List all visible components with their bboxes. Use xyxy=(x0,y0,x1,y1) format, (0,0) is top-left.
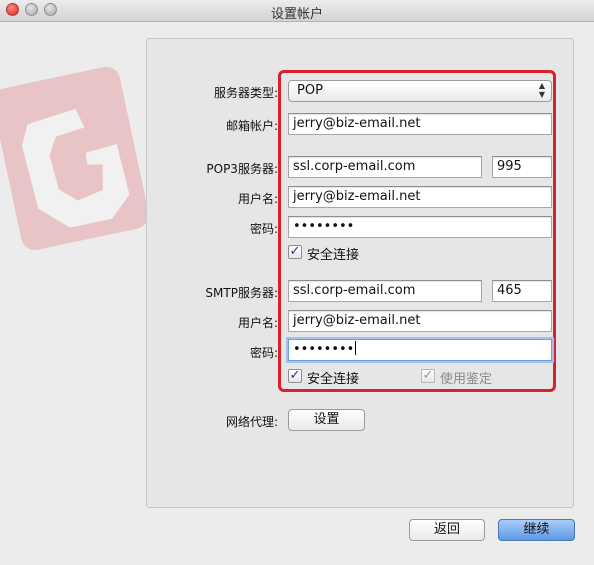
email-account-field[interactable]: jerry@biz-email.net xyxy=(288,113,552,135)
title-bar: 设置帐户 xyxy=(0,0,594,22)
pop3-password-label: 密码: xyxy=(249,222,278,236)
back-button[interactable]: 返回 xyxy=(409,519,485,541)
smtp-auth-label: 使用鉴定 xyxy=(440,372,493,387)
smtp-secure-label: 安全连接 xyxy=(307,372,360,387)
app-logo-icon xyxy=(0,55,160,258)
smtp-server-label: SMTP服务器: xyxy=(205,286,278,300)
smtp-password-value: •••••••• xyxy=(293,342,355,357)
text-caret xyxy=(355,341,357,355)
pop3-port-field[interactable]: 995 xyxy=(492,156,552,178)
server-type-select[interactable]: POP ▲ ▼ xyxy=(288,80,552,102)
proxy-label: 网络代理: xyxy=(225,415,278,429)
pop3-server-label: POP3服务器: xyxy=(206,162,278,176)
setup-account-window: 设置帐户 服务器类型: POP ▲ ▼ 邮箱帐户: jerry@biz-email… xyxy=(0,0,594,565)
server-type-value: POP xyxy=(297,83,323,98)
select-arrows-icon: ▲ ▼ xyxy=(538,81,545,99)
window-title: 设置帐户 xyxy=(270,7,323,22)
server-type-label: 服务器类型: xyxy=(213,86,278,100)
pop3-secure-checkbox[interactable]: ✓ xyxy=(288,245,302,259)
smtp-password-label: 密码: xyxy=(249,346,278,360)
continue-button[interactable]: 继续 xyxy=(498,519,575,541)
email-account-label: 邮箱帐户: xyxy=(225,119,278,133)
smtp-username-field[interactable]: jerry@biz-email.net xyxy=(288,310,552,332)
smtp-port-field[interactable]: 465 xyxy=(492,280,552,302)
pop3-secure-label: 安全连接 xyxy=(307,248,360,263)
proxy-settings-button[interactable]: 设置 xyxy=(288,409,365,431)
pop3-username-label: 用户名: xyxy=(237,192,278,206)
smtp-auth-checkbox[interactable]: ✓ xyxy=(421,369,435,383)
pop3-password-field[interactable]: •••••••• xyxy=(288,216,552,238)
smtp-server-field[interactable]: ssl.corp-email.com xyxy=(288,280,482,302)
pop3-username-field[interactable]: jerry@biz-email.net xyxy=(288,186,552,208)
smtp-secure-checkbox[interactable]: ✓ xyxy=(288,369,302,383)
smtp-password-field[interactable]: •••••••• xyxy=(288,339,552,361)
pop3-server-field[interactable]: ssl.corp-email.com xyxy=(288,156,482,178)
smtp-username-label: 用户名: xyxy=(237,316,278,330)
